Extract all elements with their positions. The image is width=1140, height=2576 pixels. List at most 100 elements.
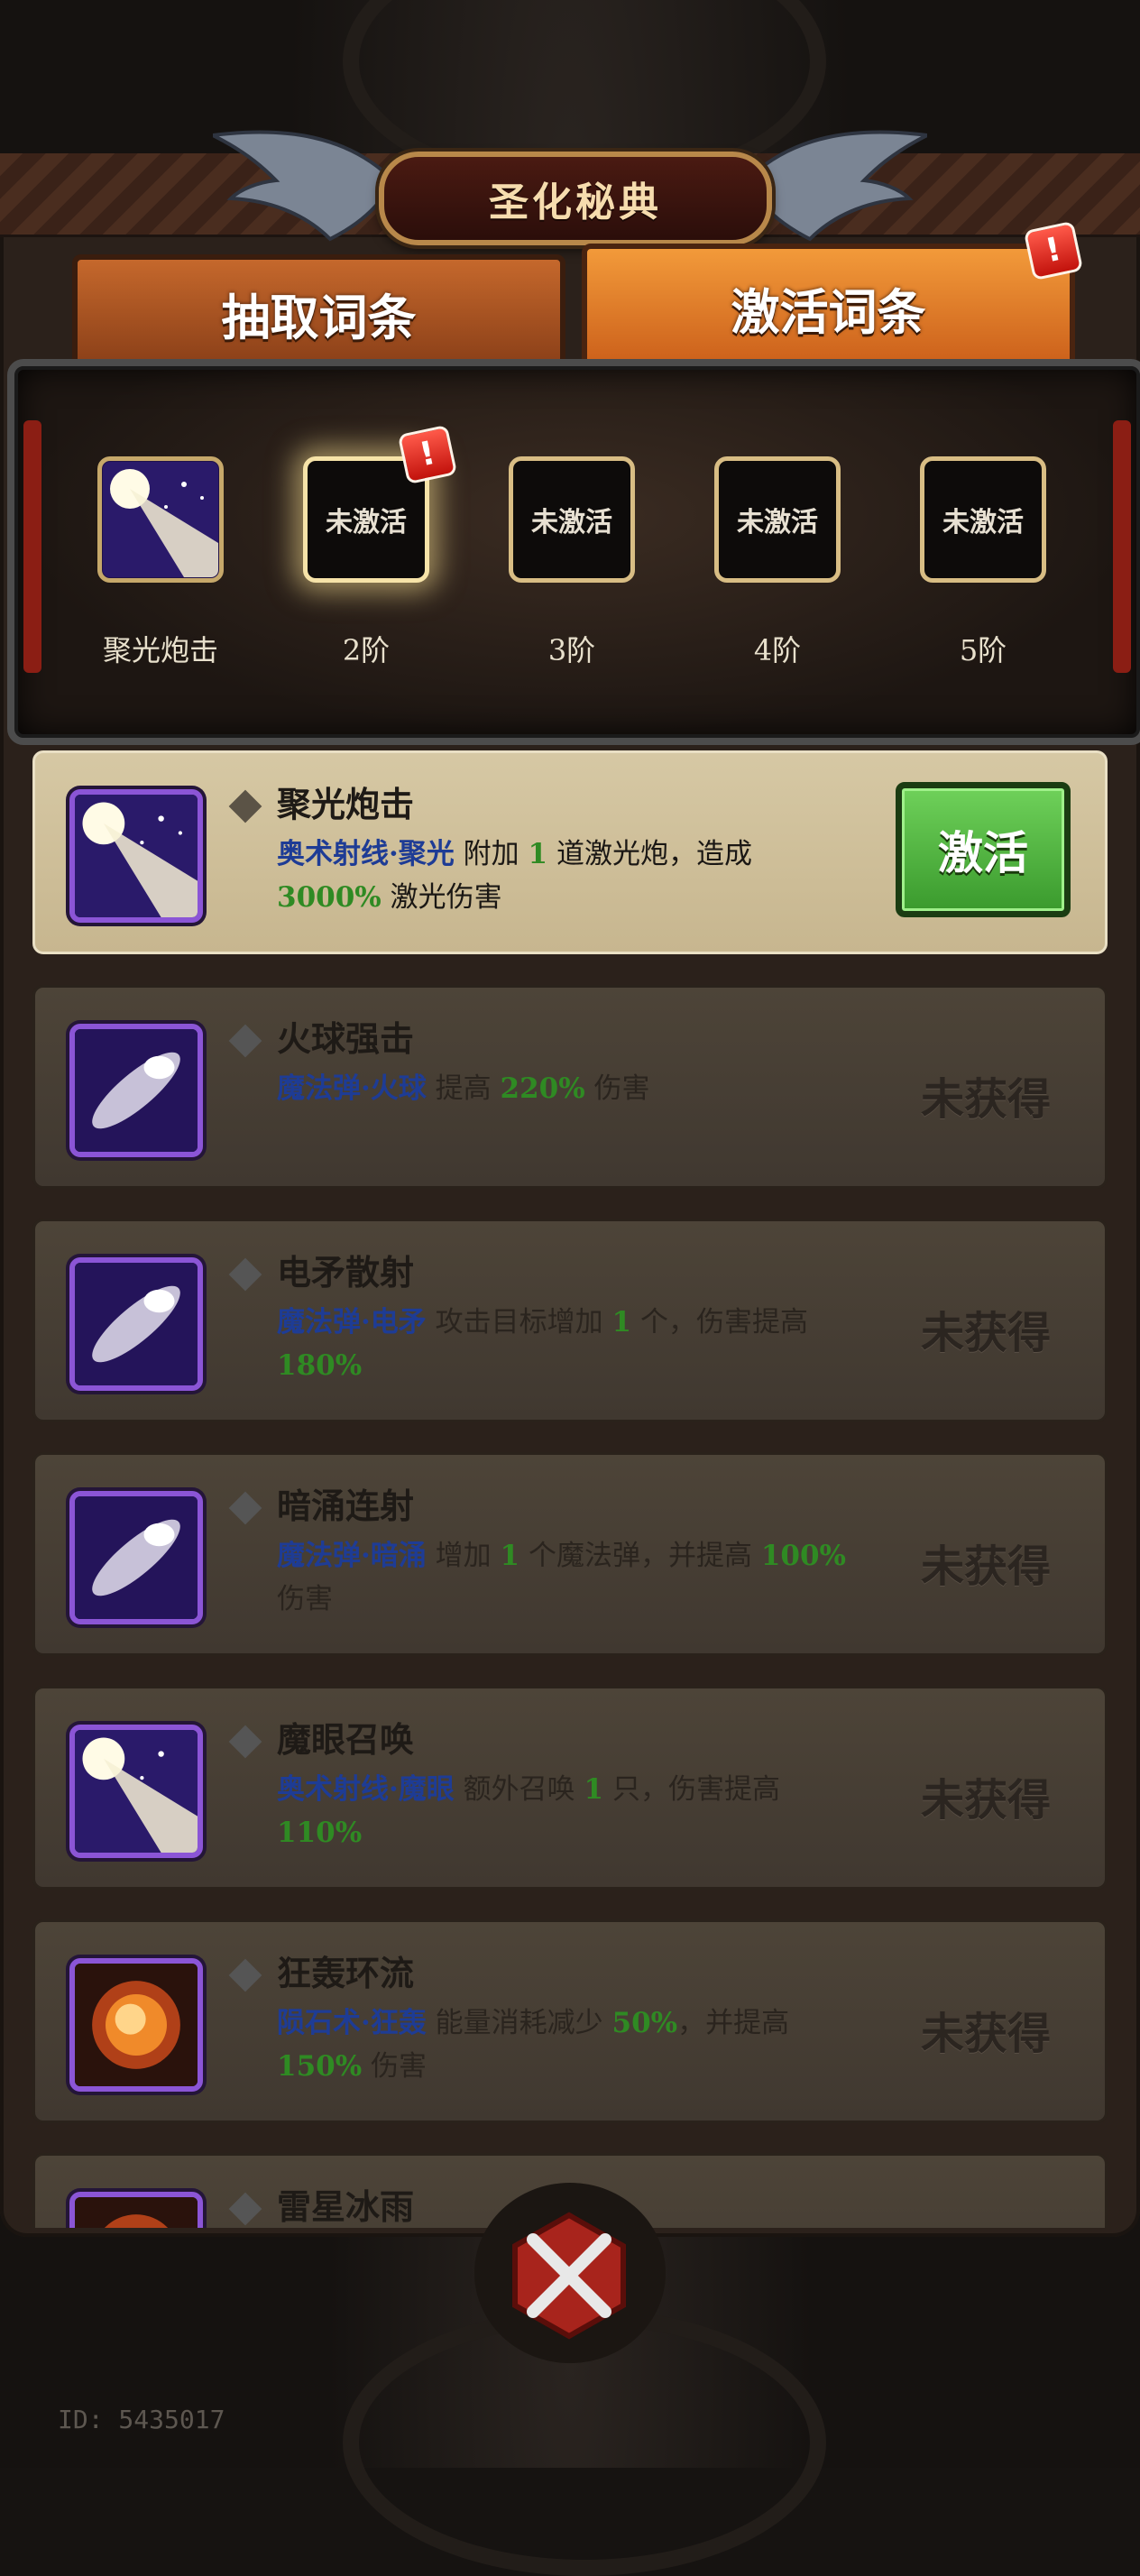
- tier-slot-3[interactable]: 未激活 3阶: [509, 456, 635, 667]
- entry-name: 电矛散射: [277, 1252, 415, 1293]
- tier-slot-1[interactable]: 聚光炮击: [97, 456, 224, 667]
- tab-draw-entries[interactable]: 抽取词条: [72, 254, 565, 372]
- desc-text: 增加: [426, 1540, 501, 1572]
- entry-description: 魔法弹·电矛 攻击目标增加 1 个，伤害提高 180%: [277, 1301, 854, 1387]
- entry-icon: [69, 1491, 203, 1624]
- desc-text: 提高: [426, 1072, 501, 1105]
- player-id: ID: 5435017: [58, 2405, 225, 2434]
- desc-value: 180%: [277, 1349, 363, 1382]
- desc-value: 1: [611, 1306, 632, 1339]
- desc-skill: 魔法弹·暗涌: [277, 1540, 427, 1572]
- bullet-diamond-icon: [228, 789, 262, 823]
- meteor-icon: [75, 1964, 198, 2086]
- desc-text: 个，伤害提高: [631, 1306, 808, 1339]
- tier-2-alert-badge: !: [397, 424, 458, 485]
- bullet-diamond-icon: [228, 1491, 262, 1525]
- tier-3-status: 未激活: [531, 507, 612, 538]
- right-wing-icon: [747, 130, 927, 242]
- tier-4-label: 4阶: [753, 633, 802, 667]
- entry-icon: [69, 1257, 203, 1391]
- desc-text: 激光伤害: [381, 881, 502, 914]
- activate-button[interactable]: 激活: [896, 782, 1071, 917]
- close-button[interactable]: [501, 2208, 637, 2343]
- left-wing-icon: [213, 130, 393, 242]
- desc-text: 伤害: [362, 2050, 428, 2083]
- strip-side-ornament: [23, 420, 41, 673]
- tier-2-status: 未激活: [326, 507, 407, 538]
- entry-list[interactable]: 聚光炮击 奥术射线·聚光 附加 1 道激光炮，造成 3000% 激光伤害 激活 …: [0, 740, 1140, 2228]
- entry-card: 聚光炮击 奥术射线·聚光 附加 1 道激光炮，造成 3000% 激光伤害 激活: [32, 750, 1108, 954]
- entry-card: 火球强击 魔法弹·火球 提高 220% 伤害 未获得: [32, 985, 1108, 1189]
- desc-value: 1: [528, 838, 548, 870]
- desc-skill: 魔法弹·电矛: [277, 1306, 427, 1339]
- desc-text: 伤害: [584, 1072, 650, 1105]
- magic-bolt-icon: [75, 1029, 198, 1152]
- entry-name: 暗涌连射: [277, 1486, 415, 1526]
- entry-description: 魔法弹·暗涌 增加 1 个魔法弹，并提高 100% 伤害: [277, 1534, 854, 1621]
- entry-icon: [69, 1725, 203, 1858]
- magic-bolt-icon: [75, 1496, 198, 1619]
- desc-value: 1: [584, 1773, 604, 1806]
- tier-1-skill-icon: [97, 456, 224, 583]
- entry-description: 奥术射线·聚光 附加 1 道激光炮，造成 3000% 激光伤害: [277, 833, 854, 919]
- desc-text: 能量消耗减少: [426, 2007, 612, 2039]
- desc-value: 50%: [611, 2007, 678, 2039]
- entry-status: 未获得: [920, 1775, 1051, 1826]
- tier-3-label: 3阶: [547, 633, 596, 667]
- tier-5-status: 未激活: [942, 507, 1024, 538]
- tier-slot-5[interactable]: 未激活 5阶: [920, 456, 1046, 667]
- entry-icon: [69, 1958, 203, 2092]
- bullet-diamond-icon: [228, 2192, 262, 2226]
- entry-description: 奥术射线·魔眼 额外召唤 1 只，伤害提高 110%: [277, 1768, 854, 1854]
- strip-side-ornament: [1113, 420, 1131, 673]
- desc-text: 攻击目标增加: [426, 1306, 612, 1339]
- light-beam-icon: [75, 795, 198, 917]
- desc-skill: 奥术射线·聚光: [277, 838, 455, 870]
- tier-slot-4[interactable]: 未激活 4阶: [714, 456, 841, 667]
- entry-name: 魔眼召唤: [277, 1719, 415, 1760]
- title-banner: 圣化秘典: [379, 152, 772, 245]
- entry-card: 魔眼召唤 奥术射线·魔眼 额外召唤 1 只，伤害提高 110% 未获得: [32, 1686, 1108, 1890]
- entry-name: 聚光炮击: [277, 784, 415, 824]
- desc-value: 110%: [277, 1817, 363, 1849]
- desc-text: 伤害: [277, 1583, 333, 1615]
- desc-skill: 陨石术·狂轰: [277, 2007, 427, 2039]
- entry-status: 未获得: [920, 1074, 1051, 1125]
- entry-status: 未获得: [920, 2009, 1051, 2059]
- tier-5-box: 未激活: [920, 456, 1046, 583]
- bullet-diamond-icon: [228, 1958, 262, 1992]
- entry-name: 火球强击: [277, 1018, 415, 1059]
- tier-2-label: 2阶: [342, 633, 391, 667]
- desc-value: 220%: [500, 1072, 585, 1105]
- tier-strip: 聚光炮击 未激活 ! 2阶 未激活 3阶 未激活 4阶 未激活 5阶: [7, 359, 1140, 745]
- tab-activate-entries[interactable]: 激活词条: [582, 244, 1075, 372]
- tier-4-box: 未激活: [714, 456, 841, 583]
- tier-3-box: 未激活: [509, 456, 635, 583]
- light-beam-icon: [103, 462, 218, 577]
- entry-icon: [69, 1024, 203, 1157]
- bullet-diamond-icon: [228, 1024, 262, 1058]
- desc-value: 150%: [277, 2050, 363, 2083]
- page-title: 圣化秘典: [489, 179, 662, 225]
- tab-alert-badge: !: [1023, 220, 1084, 281]
- magic-bolt-icon: [75, 1263, 198, 1385]
- desc-skill: 魔法弹·火球: [277, 1072, 427, 1105]
- entry-description: 陨石术·狂轰 能量消耗减少 50%，并提高 150% 伤害: [277, 2001, 854, 2088]
- tier-4-status: 未激活: [737, 507, 818, 538]
- entry-card: 电矛散射 魔法弹·电矛 攻击目标增加 1 个，伤害提高 180% 未获得: [32, 1219, 1108, 1422]
- entry-name: 雷星冰雨: [277, 2186, 415, 2227]
- tier-slot-2[interactable]: 未激活 ! 2阶: [303, 424, 458, 667]
- light-beam-icon: [75, 1730, 198, 1853]
- meteor-icon: [75, 2197, 198, 2228]
- entry-status: 未获得: [920, 1308, 1051, 1358]
- desc-text: 道激光炮，造成: [547, 838, 752, 870]
- tier-5-label: 5阶: [959, 633, 1007, 667]
- desc-text: ，并提高: [677, 2007, 790, 2039]
- desc-text: 额外召唤: [454, 1773, 584, 1806]
- desc-text: 附加: [454, 838, 529, 870]
- entry-card: 暗涌连射 魔法弹·暗涌 增加 1 个魔法弹，并提高 100% 伤害 未获得: [32, 1452, 1108, 1656]
- entry-description: 魔法弹·火球 提高 220% 伤害: [277, 1067, 854, 1110]
- bullet-diamond-icon: [228, 1257, 262, 1292]
- entry-icon: [69, 789, 203, 923]
- entry-icon: [69, 2192, 203, 2228]
